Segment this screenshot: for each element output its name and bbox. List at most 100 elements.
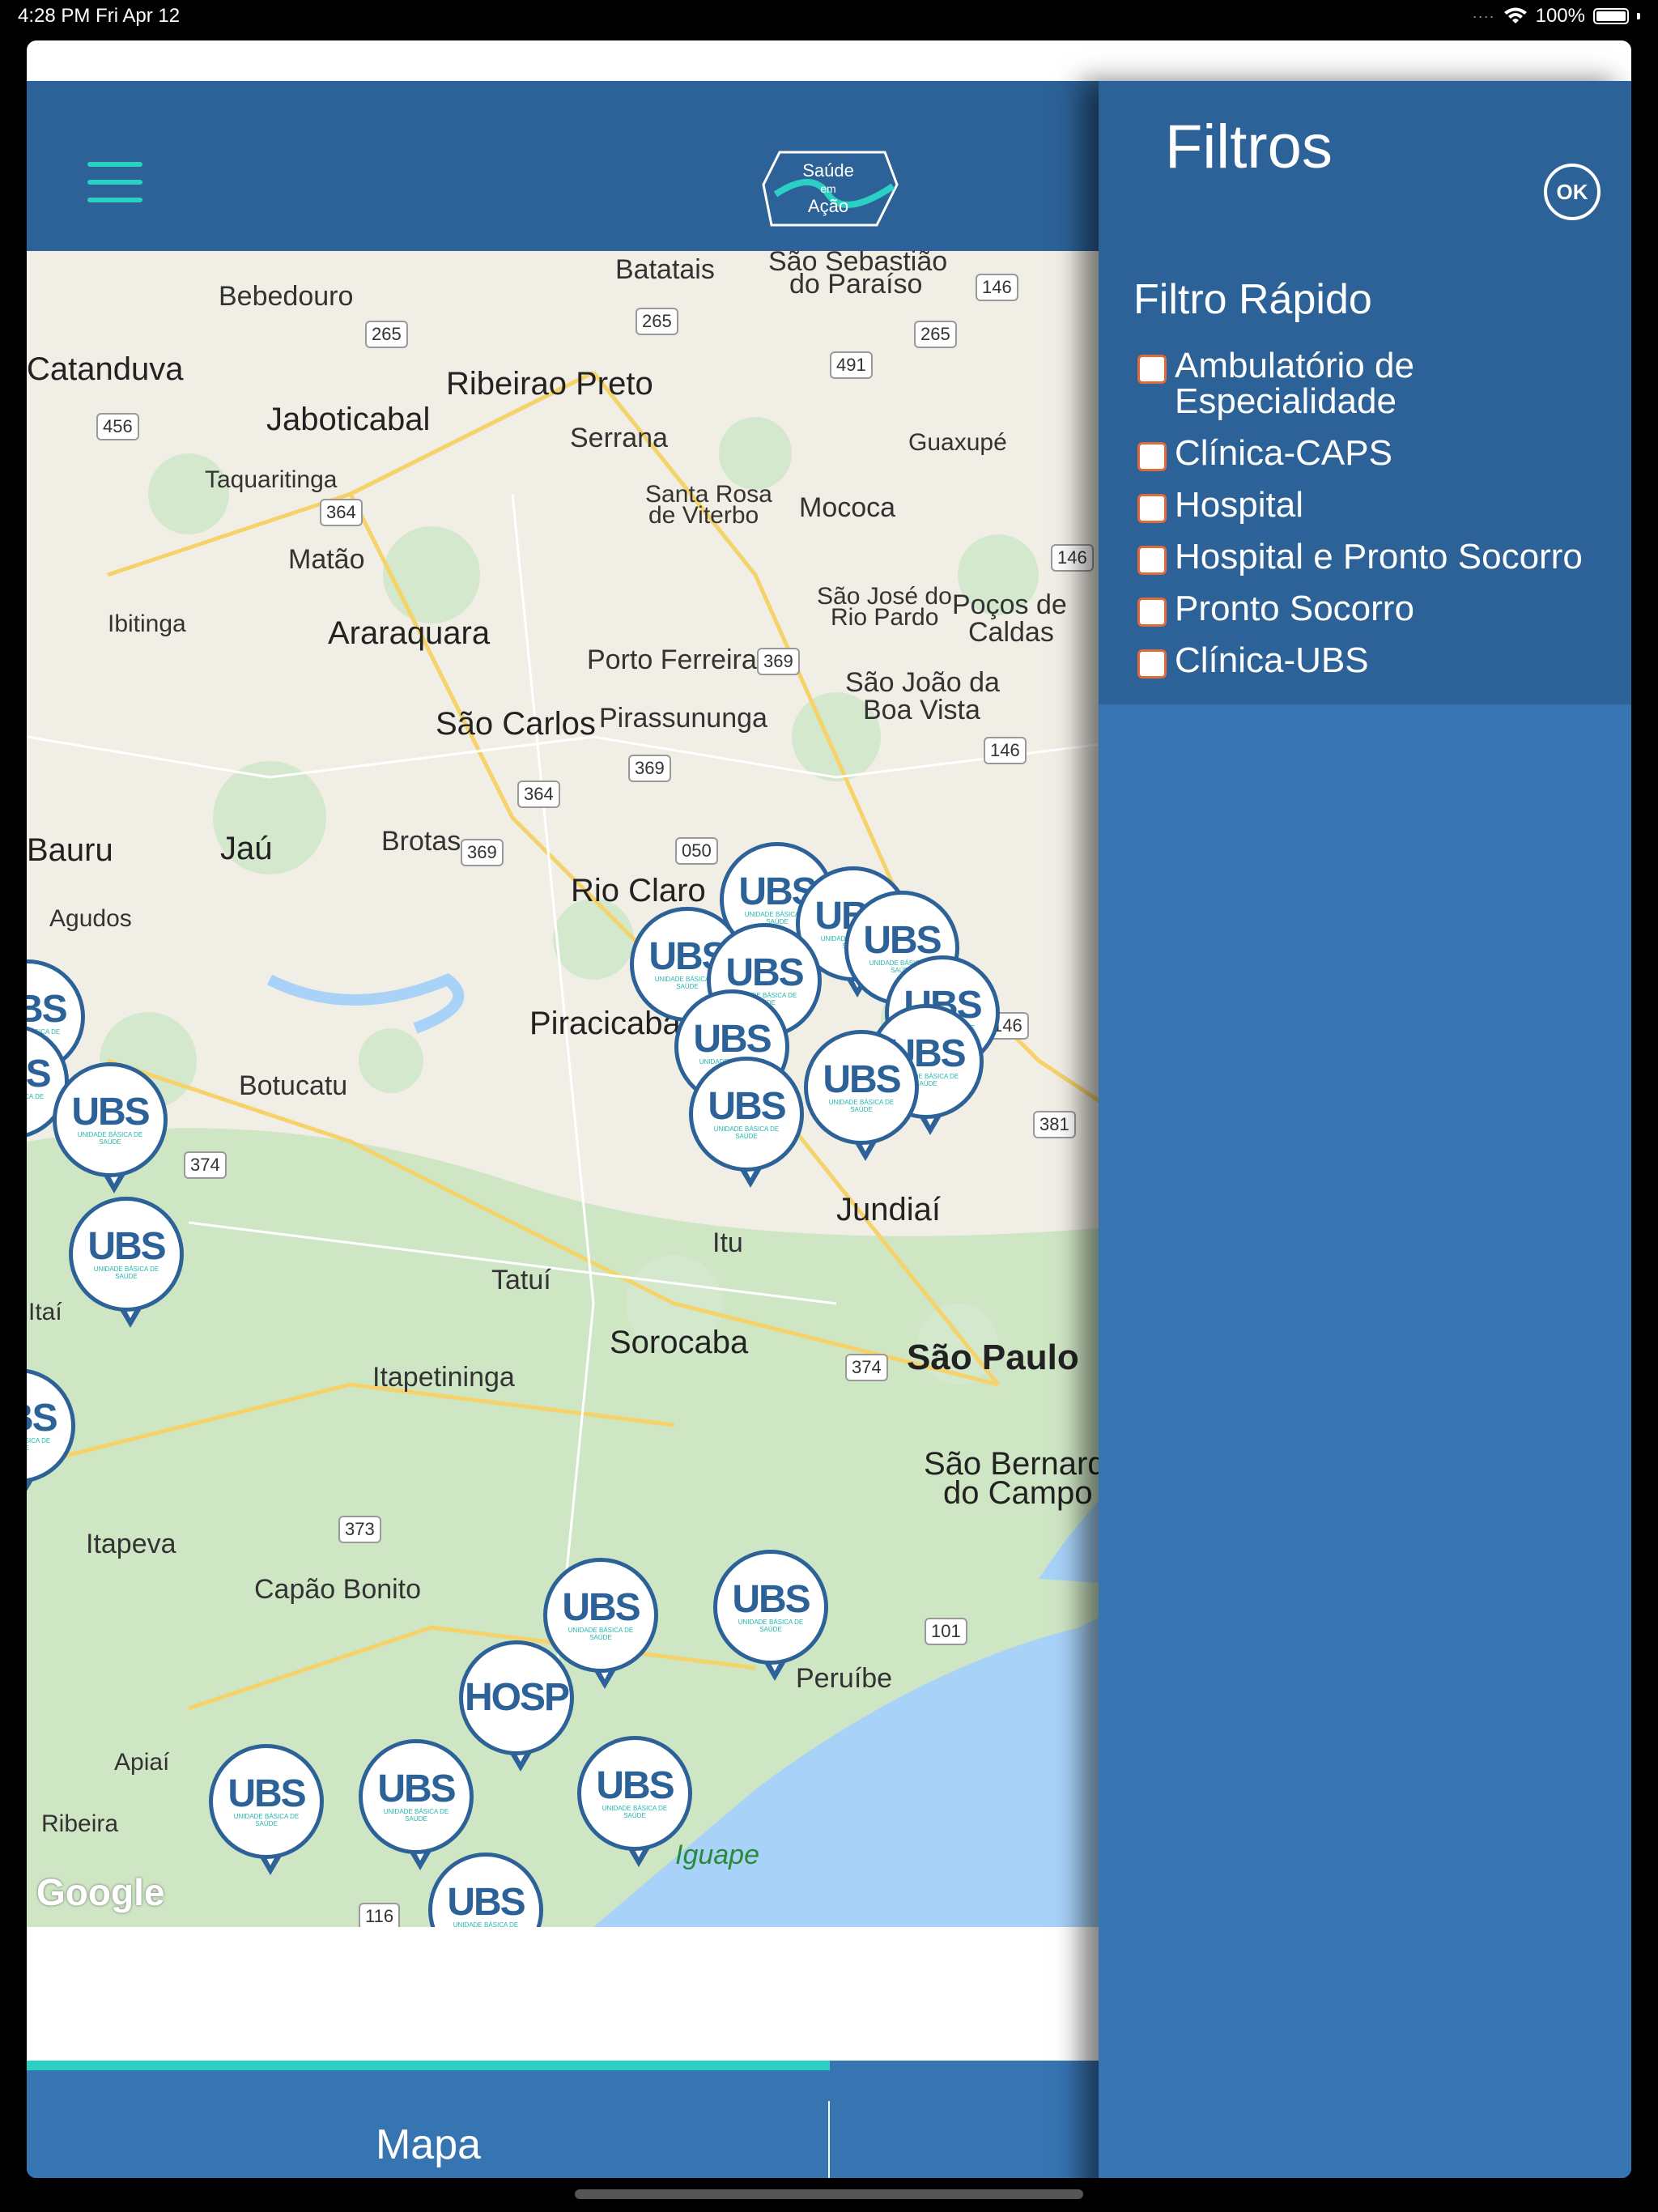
filter-item-hospital-pronto-socorro[interactable]: Hospital e Pronto Socorro: [1137, 539, 1623, 575]
marker-subtitle: UNIDADE BÁSICA DE SAÚDE: [77, 1131, 143, 1146]
map-city-label: Matão: [288, 544, 365, 575]
map-city-label: Ibitinga: [108, 610, 186, 637]
filter-label: Hospital e Pronto Socorro: [1175, 537, 1583, 576]
status-time: 4:28 PM Fri Apr 12: [18, 5, 181, 27]
map-city-label: Itu: [712, 1227, 743, 1258]
marker-kind: UBS: [377, 1767, 456, 1811]
logo-text-2: em: [820, 182, 835, 195]
filter-checkbox[interactable]: [1137, 546, 1167, 575]
filter-item-ambulatorio[interactable]: Ambulatório de Especialidade: [1137, 348, 1623, 419]
marker-kind: UBS: [708, 1085, 786, 1129]
route-shield: 265: [365, 321, 408, 348]
filter-checkbox[interactable]: [1137, 442, 1167, 471]
home-indicator[interactable]: [575, 2189, 1083, 2199]
map-city-label: Ribeira: [41, 1810, 119, 1837]
saude-em-acao-logo: Saúde em Ação: [762, 151, 899, 227]
marker-kind: UBS: [693, 1018, 772, 1061]
filter-panel-header: Filtros OK Filtro Rápido Ambulatório de …: [1099, 81, 1631, 704]
map-city-label: Rio Pardo: [831, 604, 939, 631]
filter-panel-title: Filtros: [1165, 113, 1333, 181]
filter-item-clinica-ubs[interactable]: Clínica-UBS: [1137, 643, 1623, 678]
map-marker-ubs[interactable]: UBSUNIDADE BÁSICA DE SAÚDE: [69, 1197, 190, 1338]
map-city-label: Jaboticabal: [266, 402, 431, 437]
battery-cap: [1637, 13, 1640, 19]
map-city-label: São Paulo: [907, 1338, 1079, 1377]
filter-checkbox[interactable]: [1137, 494, 1167, 523]
menu-hamburger-icon[interactable]: [87, 162, 142, 207]
marker-subtitle: UNIDADE BÁSICA DE SAÚDE: [602, 1805, 668, 1819]
map-marker-ubs[interactable]: UBSUNIDADE BÁSICA DE SAÚDE: [428, 1853, 550, 1927]
marker-kind: UBS: [725, 951, 804, 995]
ok-button[interactable]: OK: [1544, 164, 1601, 220]
map-city-label: São Carlos: [436, 706, 596, 742]
marker-kind: UBS: [732, 1578, 810, 1622]
map-view[interactable]: Batatais São Sebastião do Paraíso Bebedo…: [27, 251, 1160, 1927]
filter-checkbox[interactable]: [1137, 355, 1167, 384]
map-city-label: Catanduva: [27, 351, 184, 387]
map-city-label: Itaí: [28, 1299, 62, 1325]
filter-checkbox[interactable]: [1137, 649, 1167, 678]
map-city-label: Jundiaí: [836, 1192, 941, 1227]
route-shield: 265: [636, 308, 678, 335]
route-shield: 364: [517, 781, 560, 808]
map-city-label: Sorocaba: [610, 1325, 749, 1360]
map-city-label: do Campo: [943, 1475, 1093, 1511]
google-logo: Google: [36, 1871, 165, 1913]
marker-subtitle: UNIDADE BÁSICA DE SAÚDE: [93, 1266, 159, 1280]
map-marker-ubs[interactable]: UBSUNIDADE BÁSICA DE SAÚDE: [713, 1550, 835, 1691]
tab-active-indicator: [27, 2061, 830, 2070]
map-city-label: Tatuí: [491, 1265, 551, 1295]
tab-divider: [828, 2101, 830, 2178]
route-shield: 373: [338, 1516, 381, 1543]
logo-text-3: Ação: [808, 196, 848, 216]
battery-percent: 100%: [1535, 5, 1585, 27]
cellular-signal-icon: ····: [1472, 7, 1495, 24]
marker-kind: UBS: [447, 1881, 525, 1925]
map-city-label: Boa Vista: [863, 695, 980, 725]
map-city-label: Apiaí: [114, 1749, 170, 1776]
route-shield: 374: [184, 1151, 227, 1179]
map-city-label: Jaú: [220, 831, 273, 866]
marker-subtitle: UNIDADE BÁSICA DE SAÚDE: [828, 1099, 895, 1113]
map-city-label: Bebedouro: [219, 281, 354, 312]
filter-item-pronto-socorro[interactable]: Pronto Socorro: [1137, 591, 1623, 627]
map-city-label: Bauru: [27, 832, 113, 868]
marker-subtitle: UNIDADE BÁSICA DE SAÚDE: [383, 1808, 449, 1823]
map-marker-ubs[interactable]: UBSUNIDADE BÁSICA DE SAÚDE: [209, 1744, 330, 1886]
route-shield: 369: [757, 648, 800, 675]
filter-label: Pronto Socorro: [1175, 589, 1414, 628]
filter-label: Clínica-UBS: [1175, 640, 1369, 680]
map-marker-ubs[interactable]: UBSUNIDADE BÁSICA DE SAÚDE: [804, 1030, 925, 1172]
map-marker-ubs[interactable]: UBSUNIDADE BÁSICA DE SAÚDE: [577, 1736, 699, 1878]
map-city-label: Guaxupé: [908, 429, 1007, 456]
tab-mapa[interactable]: Mapa: [27, 2070, 830, 2178]
battery-icon: [1593, 8, 1629, 24]
marker-kind: UBS: [823, 1058, 901, 1102]
map-city-label: Porto Ferreira: [587, 644, 757, 675]
filter-label: Ambulatório de Especialidade: [1175, 346, 1414, 421]
map-city-label: Ribeirao Preto: [446, 366, 653, 402]
marker-subtitle: UNIDADE BÁSICA DE SAÚDE: [27, 1093, 45, 1101]
marker-kind: HOSP: [464, 1676, 570, 1719]
marker-kind: UBS: [27, 1397, 58, 1440]
map-marker-ubs[interactable]: UBSUNIDADE BÁSICA DE SAÚDE: [689, 1057, 810, 1198]
route-shield: 369: [628, 755, 671, 782]
filter-item-hospital[interactable]: Hospital: [1137, 487, 1623, 523]
map-marker-ubs[interactable]: UBSUNIDADE BÁSICA DE SAÚDE: [53, 1062, 174, 1204]
marker-kind: UBS: [562, 1586, 640, 1630]
route-shield: 374: [845, 1354, 888, 1381]
filter-item-clinica-caps[interactable]: Clínica-CAPS: [1137, 436, 1623, 471]
wifi-icon: [1503, 7, 1527, 23]
marker-subtitle: UNIDADE BÁSICA DE SAÚDE: [713, 1125, 780, 1140]
route-shield: 456: [96, 413, 139, 440]
map-city-label: Botucatu: [239, 1070, 348, 1101]
route-shield: 364: [320, 499, 363, 526]
quick-filter-list: Ambulatório de Especialidade Clínica-CAP…: [1137, 348, 1623, 695]
filter-checkbox[interactable]: [1137, 598, 1167, 627]
logo-text-1: Saúde: [802, 160, 854, 181]
marker-kind: UBS: [227, 1772, 306, 1816]
route-shield: 265: [914, 321, 957, 348]
route-shield: 146: [984, 737, 1027, 764]
map-marker-ubs[interactable]: UBSUNIDADE BÁSICA DE SAÚDE: [27, 1368, 82, 1510]
map-city-label: Itapetininga: [372, 1362, 515, 1393]
